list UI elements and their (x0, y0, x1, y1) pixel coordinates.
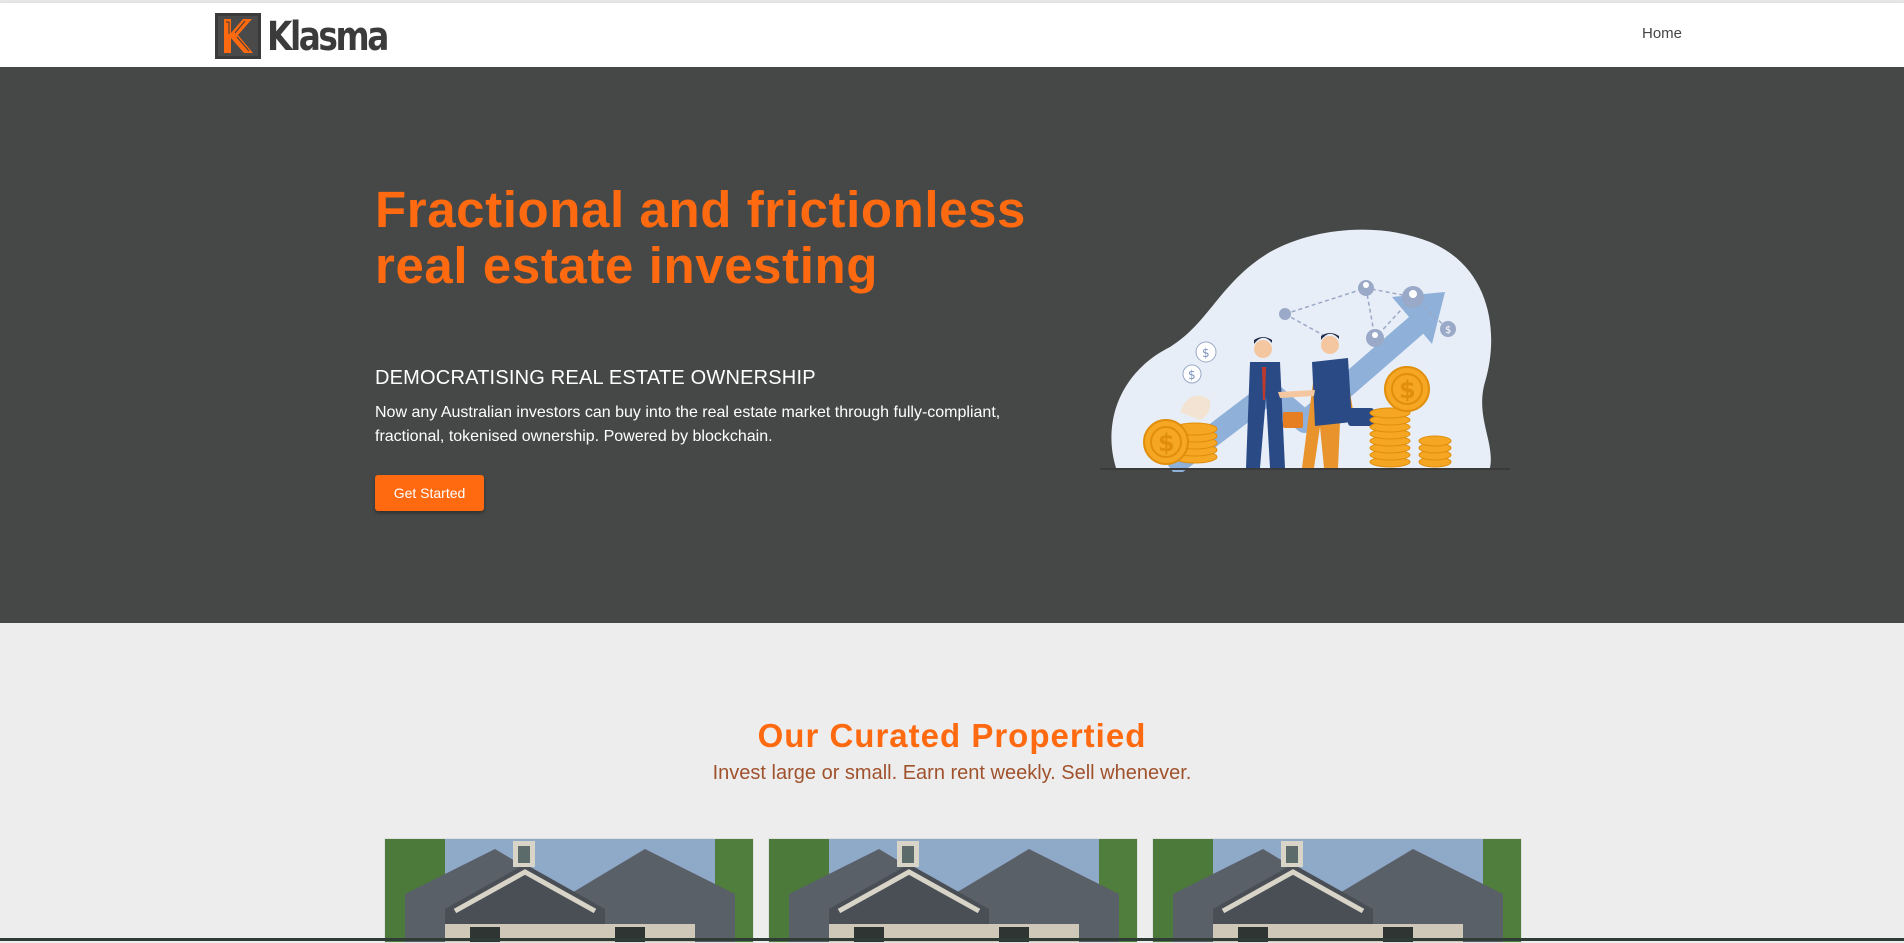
klasma-k-icon[interactable] (215, 13, 261, 59)
svg-text:$: $ (1399, 376, 1416, 404)
hero-description: Now any Australian investors can buy int… (375, 404, 1001, 445)
property-card[interactable] (384, 838, 754, 943)
get-started-button[interactable]: Get Started (375, 475, 484, 511)
navbar: Klasma Home (0, 3, 1904, 67)
svg-text:$: $ (1158, 429, 1175, 457)
svg-text:$: $ (1445, 325, 1451, 336)
svg-text:$: $ (1202, 346, 1210, 360)
brand-name[interactable]: Klasma (267, 14, 389, 60)
hero-subtitle: DEMOCRATISING REAL ESTATE OWNERSHIP (375, 367, 816, 389)
property-card[interactable] (768, 838, 1138, 943)
house-photo-icon (769, 839, 1137, 942)
hero-section: Fractional and frictionless real estate … (0, 67, 1904, 623)
svg-text:$: $ (1188, 368, 1196, 382)
properties-subtitle: Invest large or small. Earn rent weekly.… (712, 762, 1192, 784)
properties-title: Our Curated Propertied (757, 717, 1147, 754)
house-photo-icon (385, 839, 753, 942)
handshake-investment-icon: $ $ $ $ $ (1100, 229, 1510, 472)
hero-title: Fractional and frictionless real estate … (375, 181, 1027, 294)
property-card[interactable] (1152, 838, 1522, 943)
house-photo-icon (1153, 839, 1521, 942)
nav-home-link[interactable]: Home (1642, 25, 1682, 42)
